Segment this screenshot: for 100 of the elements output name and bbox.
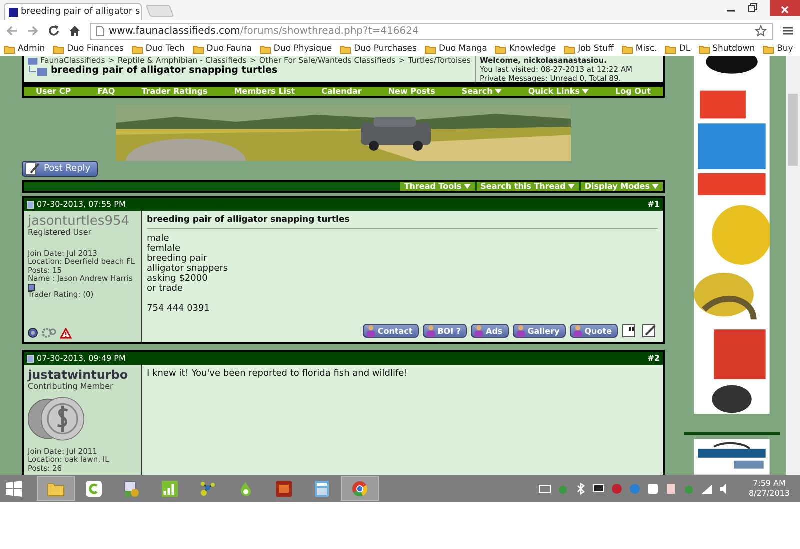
folder-icon bbox=[53, 44, 64, 54]
taskbar-app[interactable] bbox=[341, 476, 379, 501]
user-title: Registered User bbox=[28, 229, 92, 238]
folder-icon bbox=[340, 44, 352, 54]
forward-icon[interactable] bbox=[27, 25, 39, 37]
bookmark-folder[interactable]: Knowledge bbox=[495, 44, 556, 54]
caret-icon bbox=[568, 184, 575, 189]
post-date: 07-30-2013, 07:55 PM bbox=[37, 200, 126, 209]
folder-icon bbox=[424, 44, 436, 54]
message-line: femlale bbox=[147, 244, 182, 254]
network-icon bbox=[200, 480, 216, 496]
folder-icon bbox=[192, 44, 204, 54]
bookmark-folder[interactable]: DL bbox=[665, 44, 691, 54]
message-line: I knew it! You've been reported to florida fish and wildlife! bbox=[147, 369, 409, 379]
status-icon bbox=[28, 328, 38, 338]
url-text: www.faunaclassifieds.com bbox=[109, 26, 240, 36]
post-number-link[interactable]: #1 bbox=[648, 200, 660, 209]
folder-icon bbox=[763, 44, 774, 54]
caret-icon bbox=[464, 184, 471, 189]
bookmark-label: Shutdown bbox=[712, 44, 756, 54]
post-subject: breeding pair of alligator snapping turtles bbox=[147, 215, 658, 229]
rating-icon bbox=[28, 284, 35, 290]
post-action-button[interactable]: Gallery bbox=[512, 324, 566, 338]
thread-title: breeding pair of alligator snapping turtles bbox=[51, 65, 278, 76]
reload-icon[interactable] bbox=[48, 25, 60, 37]
message-line: or trade bbox=[147, 284, 184, 294]
post-icon bbox=[27, 354, 34, 362]
bookmark-folder[interactable]: Misc. bbox=[622, 44, 658, 54]
menu-icon[interactable] bbox=[782, 25, 794, 37]
folder-icon bbox=[495, 44, 506, 54]
scrollbar[interactable] bbox=[786, 56, 800, 475]
person-icon bbox=[366, 325, 376, 337]
report-icon[interactable] bbox=[60, 328, 72, 338]
caret-icon bbox=[652, 184, 659, 189]
message-line: 754 444 0391 bbox=[147, 304, 211, 314]
bookmark-label: Admin bbox=[18, 44, 46, 54]
person-icon bbox=[572, 325, 583, 337]
multi-quote-icon[interactable] bbox=[622, 324, 638, 338]
folder-icon bbox=[4, 44, 15, 54]
back-icon[interactable] bbox=[6, 25, 18, 37]
username-link[interactable]: justatwinturbo bbox=[28, 368, 128, 383]
caret-icon bbox=[494, 89, 502, 94]
folder-icon bbox=[132, 44, 143, 54]
person-icon bbox=[426, 325, 436, 337]
app-icon bbox=[86, 480, 102, 496]
restore-icon[interactable] bbox=[748, 3, 758, 13]
page-icon bbox=[96, 26, 105, 36]
bookmark-label: Duo Physique bbox=[274, 44, 332, 54]
close-icon bbox=[780, 4, 790, 14]
bookmark-label: Duo Fauna bbox=[206, 44, 252, 54]
message-line: alligator snappers bbox=[147, 264, 230, 274]
bookmark-folder[interactable]: Duo Finances bbox=[53, 44, 124, 54]
star-icon[interactable] bbox=[755, 25, 767, 37]
url-path-text: /forums/showthread.php?t=416624 bbox=[240, 26, 419, 36]
caret-icon bbox=[582, 89, 590, 94]
post-action-button[interactable]: Quote bbox=[570, 324, 618, 338]
thread-icon bbox=[28, 66, 48, 76]
bookmark-label: DL bbox=[679, 44, 691, 54]
bookmark-label: Misc. bbox=[636, 44, 658, 54]
message-line: male bbox=[147, 234, 170, 244]
browser-tab[interactable]: breeding pair of alligator s bbox=[4, 3, 142, 20]
bookmark-folder[interactable]: Admin bbox=[4, 44, 46, 54]
flame-icon bbox=[239, 480, 253, 496]
bookmark-folder[interactable]: Duo Fauna bbox=[192, 44, 252, 54]
post-number-link[interactable]: #2 bbox=[648, 354, 660, 363]
post-action-button[interactable]: Contact bbox=[362, 324, 419, 338]
clock-date: 8/27/2013 bbox=[748, 488, 790, 498]
address-bar[interactable]: www.faunaclassifieds.com/forums/showthread.php?t=416624 bbox=[90, 22, 773, 40]
calculator-icon bbox=[315, 480, 329, 496]
windows-start-icon[interactable] bbox=[5, 480, 23, 498]
folder-icon bbox=[622, 44, 633, 54]
bookmark-folder[interactable]: Duo Manga bbox=[424, 44, 488, 54]
bookmark-folder[interactable]: Job Stuff bbox=[564, 44, 614, 54]
user-title: Contributing Member bbox=[28, 383, 114, 392]
post-action-button[interactable]: BOI ? bbox=[422, 324, 468, 338]
tray-icon[interactable] bbox=[592, 482, 605, 494]
edit-icon[interactable] bbox=[642, 324, 658, 338]
bookmark-folder[interactable]: Shutdown bbox=[698, 44, 756, 54]
bookmark-label: Duo Purchases bbox=[354, 44, 417, 54]
bookmark-folder[interactable]: Duo Purchases bbox=[340, 44, 417, 54]
bookmark-folder[interactable]: Buy bbox=[763, 44, 794, 54]
home-icon[interactable] bbox=[69, 25, 81, 37]
folder-icon bbox=[665, 44, 676, 54]
bookmark-folder[interactable]: Duo Physique bbox=[260, 44, 332, 54]
message-line: asking $2000 bbox=[147, 274, 209, 284]
bookmark-label: Knowledge bbox=[509, 44, 556, 54]
person-icon bbox=[516, 325, 526, 337]
bookmark-folder[interactable]: Duo Tech bbox=[132, 44, 185, 54]
bookmark-label: Buy bbox=[777, 44, 794, 54]
post-action-button[interactable]: Ads bbox=[471, 324, 509, 338]
post-icon bbox=[27, 200, 34, 208]
folder-icon bbox=[28, 56, 38, 64]
folder-icon bbox=[698, 44, 710, 54]
bookmark-label: Duo Finances bbox=[67, 44, 124, 54]
taskbar-app[interactable] bbox=[37, 476, 75, 501]
close-button[interactable] bbox=[770, 0, 800, 16]
bookmark-label: Job Stuff bbox=[578, 44, 614, 54]
clock-time: 7:59 AM bbox=[753, 478, 786, 488]
post-reply-button[interactable]: Post Reply bbox=[22, 161, 98, 177]
favicon-icon bbox=[9, 8, 18, 16]
